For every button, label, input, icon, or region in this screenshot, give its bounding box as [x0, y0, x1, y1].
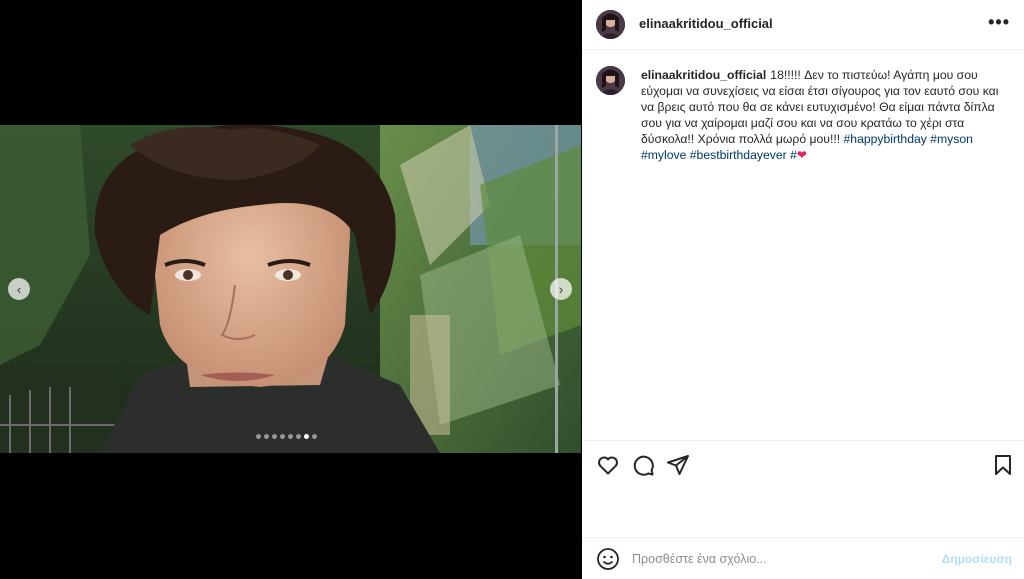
- comment-input[interactable]: [632, 549, 932, 569]
- heart-emoji: ❤: [796, 148, 808, 162]
- post-photo[interactable]: [0, 125, 581, 453]
- heart-icon[interactable]: [596, 453, 620, 477]
- hashtag-link[interactable]: #bestbirthdayever: [690, 148, 787, 162]
- carousel-dot: [312, 434, 317, 439]
- post-panel: elinaakritidou_official ••• elinaakritid…: [582, 0, 1024, 579]
- carousel-next-button[interactable]: ›: [550, 278, 572, 300]
- post-comment-button[interactable]: Δημοσίευση: [942, 552, 1012, 566]
- hashtag-link[interactable]: #myson: [930, 132, 973, 146]
- post-caption: elinaakritidou_official 18!!!!! Δεν το πι…: [641, 67, 1003, 163]
- comment-icon[interactable]: [631, 453, 655, 477]
- carousel-prev-button[interactable]: ‹: [8, 278, 30, 300]
- carousel-dot: [256, 434, 261, 439]
- comment-bar: Δημοσίευση: [582, 537, 1024, 579]
- post-actions: [582, 440, 1024, 540]
- carousel-dot: [264, 434, 269, 439]
- caption-section: elinaakritidou_official 18!!!!! Δεν το πι…: [582, 51, 1024, 439]
- carousel-dot: [280, 434, 285, 439]
- carousel-dots: [256, 434, 317, 439]
- avatar[interactable]: [596, 10, 625, 39]
- carousel-dot: [272, 434, 277, 439]
- caption-username[interactable]: elinaakritidou_official: [641, 68, 766, 82]
- post-media: ‹ ›: [0, 0, 581, 579]
- smiley-icon[interactable]: [596, 547, 620, 571]
- post-header: elinaakritidou_official •••: [582, 0, 1024, 50]
- carousel-dot: [288, 434, 293, 439]
- hashtag-link[interactable]: #happybirthday: [844, 132, 927, 146]
- post-username[interactable]: elinaakritidou_official: [639, 16, 773, 31]
- hashtag-link[interactable]: #mylove: [641, 148, 686, 162]
- bookmark-icon[interactable]: [991, 453, 1015, 477]
- caption-avatar[interactable]: [596, 66, 625, 95]
- hashtag-link[interactable]: #: [790, 148, 797, 162]
- carousel-dot: [296, 434, 301, 439]
- carousel-dot: [304, 434, 309, 439]
- more-horizontal-icon[interactable]: •••: [988, 12, 1010, 33]
- send-icon[interactable]: [666, 453, 690, 477]
